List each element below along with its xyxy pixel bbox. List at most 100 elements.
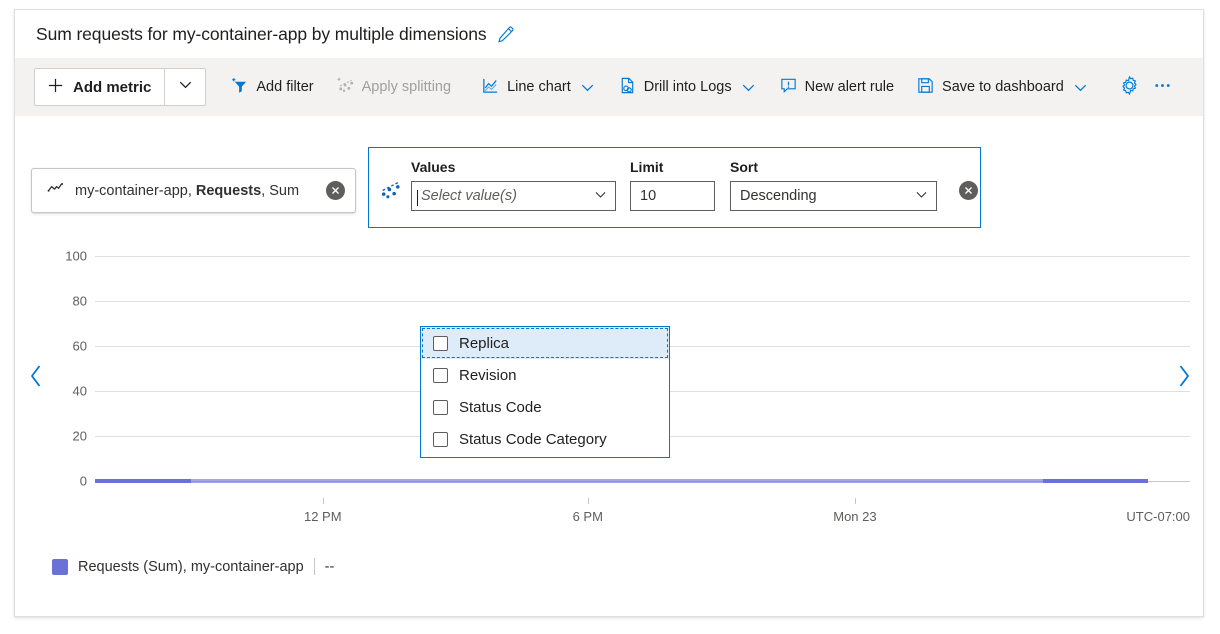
dimension-dropdown: Replica Revision Status Code Status Code… <box>420 326 670 458</box>
values-field-group: Values Select value(s) <box>411 159 616 211</box>
chevron-down-icon <box>579 79 596 96</box>
y-axis-tick: 0 <box>80 474 87 489</box>
dropdown-option-revision[interactable]: Revision <box>421 359 669 391</box>
x-axis-tick-mark <box>323 498 324 504</box>
limit-value: 10 <box>640 188 656 204</box>
x-axis-tick-label: Mon 23 <box>833 509 876 524</box>
y-axis-tick: 20 <box>73 429 87 444</box>
legend-series-value: -- <box>325 559 335 575</box>
x-axis-tick-label: 12 PM <box>304 509 342 524</box>
chevron-down-icon <box>177 76 194 98</box>
checkbox-icon[interactable] <box>433 400 448 415</box>
chart-type-label: Line chart <box>507 79 571 95</box>
splitting-icon <box>379 179 402 207</box>
y-axis-tick: 100 <box>65 249 87 264</box>
metric-line-icon <box>46 179 65 203</box>
dropdown-option-label: Status Code <box>459 399 542 416</box>
legend-color-swatch <box>52 559 68 575</box>
card-title-row: Sum requests for my-container-app by mul… <box>15 10 1203 58</box>
chevron-down-icon <box>914 187 929 206</box>
new-alert-rule-label: New alert rule <box>805 79 894 95</box>
dropdown-option-label: Replica <box>459 335 509 352</box>
sort-select[interactable]: Descending <box>730 181 937 211</box>
y-axis-tick: 40 <box>73 384 87 399</box>
limit-label: Limit <box>630 159 715 175</box>
splitting-panel-close-button[interactable] <box>959 181 978 200</box>
dropdown-option-label: Status Code Category <box>459 431 607 448</box>
drill-into-logs-label: Drill into Logs <box>644 79 732 95</box>
metric-pill[interactable]: my-container-app, Requests, Sum <box>31 168 356 213</box>
y-axis-tick: 80 <box>73 294 87 309</box>
save-icon <box>916 76 935 99</box>
chevron-down-icon <box>593 187 608 206</box>
add-metric-button-group: Add metric <box>34 68 206 106</box>
splitting-panel: Values Select value(s) Limit 10 Sort Des… <box>368 147 981 228</box>
gridline: 100 <box>95 256 1190 257</box>
dropdown-option-status-code[interactable]: Status Code <box>421 391 669 423</box>
legend-divider <box>314 558 315 575</box>
line-chart-icon <box>481 76 500 99</box>
ellipsis-icon <box>1152 75 1173 100</box>
checkbox-icon[interactable] <box>433 432 448 447</box>
metric-pill-text: my-container-app, Requests, Sum <box>75 183 326 199</box>
filter-add-icon <box>230 76 249 99</box>
metric-pill-close-button[interactable] <box>326 181 345 200</box>
series-segment <box>191 479 1043 483</box>
y-axis-tick: 60 <box>73 339 87 354</box>
alert-icon <box>779 76 798 99</box>
add-filter-button[interactable]: Add filter <box>224 71 319 103</box>
chart-type-button[interactable]: Line chart <box>475 71 602 103</box>
save-to-dashboard-button[interactable]: Save to dashboard <box>910 71 1095 103</box>
add-metric-button[interactable]: Add metric <box>35 69 164 105</box>
pencil-icon[interactable] <box>496 25 515 44</box>
sort-label: Sort <box>730 159 937 175</box>
x-axis-tick-mark <box>855 498 856 504</box>
page-title: Sum requests for my-container-app by mul… <box>36 24 487 45</box>
chart-body: my-container-app, Requests, Sum Values <box>15 116 1203 616</box>
metric-pill-aggregation: , Sum <box>261 183 299 199</box>
x-axis-tick-mark <box>588 498 589 504</box>
limit-field-group: Limit 10 <box>630 159 715 211</box>
add-metric-dropdown-button[interactable] <box>164 69 205 105</box>
values-select[interactable]: Select value(s) <box>411 181 616 211</box>
series-segment <box>1043 479 1148 483</box>
splitting-icon <box>336 76 355 99</box>
sort-field-group: Sort Descending <box>730 159 937 211</box>
chart-legend: Requests (Sum), my-container-app -- <box>52 558 334 575</box>
checkbox-icon[interactable] <box>433 368 448 383</box>
chevron-down-icon <box>1072 79 1089 96</box>
sort-value: Descending <box>740 188 817 204</box>
gridline: 80 <box>95 301 1190 302</box>
dropdown-option-replica[interactable]: Replica <box>421 327 669 359</box>
drill-into-logs-button[interactable]: Drill into Logs <box>612 71 763 103</box>
more-options-button[interactable] <box>1146 71 1179 103</box>
add-filter-label: Add filter <box>256 79 313 95</box>
apply-splitting-button: Apply splitting <box>330 71 457 103</box>
legend-series-name[interactable]: Requests (Sum), my-container-app <box>78 559 304 575</box>
dropdown-option-label: Revision <box>459 367 517 384</box>
new-alert-rule-button[interactable]: New alert rule <box>773 71 900 103</box>
chevron-left-icon <box>26 362 46 395</box>
chart-previous-button[interactable] <box>23 358 49 398</box>
gear-icon <box>1119 75 1140 100</box>
timezone-label: UTC-07:00 <box>1126 509 1190 524</box>
add-metric-label: Add metric <box>73 79 151 96</box>
chart-toolbar: Add metric Add filter <box>15 58 1203 116</box>
chevron-down-icon <box>740 79 757 96</box>
series-segment <box>95 479 191 483</box>
plus-icon <box>47 77 64 98</box>
metric-pill-metric: Requests <box>196 183 261 199</box>
logs-icon <box>618 76 637 99</box>
values-placeholder: Select value(s) <box>421 188 517 204</box>
dropdown-option-status-code-category[interactable]: Status Code Category <box>421 423 669 455</box>
metric-pill-scope: my-container-app, <box>75 183 196 199</box>
x-axis-tick-label: 6 PM <box>573 509 603 524</box>
metrics-chart-card: Sum requests for my-container-app by mul… <box>14 9 1204 617</box>
values-label: Values <box>411 159 616 175</box>
limit-input[interactable]: 10 <box>630 181 715 211</box>
checkbox-icon[interactable] <box>433 336 448 351</box>
text-cursor <box>417 190 418 206</box>
settings-button[interactable] <box>1113 71 1146 103</box>
apply-splitting-label: Apply splitting <box>362 79 451 95</box>
save-to-dashboard-label: Save to dashboard <box>942 79 1064 95</box>
